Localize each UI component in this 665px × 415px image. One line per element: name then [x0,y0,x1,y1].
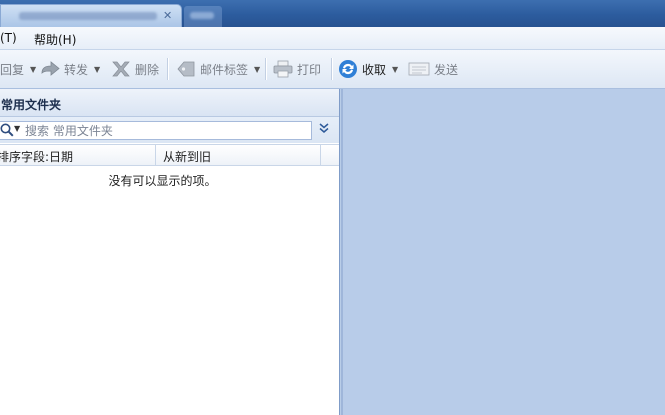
send-button[interactable]: 发送 [408,50,458,88]
folder-pane: 常用文件夹 ▼ 排序字段:日期 从新到旧 没有可以显示的项。 [0,89,340,415]
search-box[interactable]: ▼ [0,121,312,140]
forward-label: 转发 [64,62,89,77]
column-divider[interactable] [155,145,156,165]
list-column-header: 排序字段:日期 从新到旧 [0,144,339,166]
search-icon[interactable] [0,123,14,140]
forward-button[interactable]: 转发 ▼ [40,50,100,88]
print-label: 打印 [297,62,322,77]
toolbar-separator [167,58,168,80]
chevron-down-icon[interactable]: ▼ [30,65,36,74]
delete-label: 删除 [135,62,160,77]
search-scope-chevron-icon[interactable]: ▼ [14,124,20,133]
folder-pane-header: 常用文件夹 [0,89,339,117]
menu-help[interactable]: 帮助(H) [34,31,76,48]
toolbar-separator [331,58,332,80]
receive-button[interactable]: 收取 ▼ [338,50,398,88]
send-label: 发送 [434,62,459,77]
reply-label: 回复 [0,62,25,77]
print-button[interactable]: 打印 [273,50,321,88]
mail-tag-button[interactable]: 邮件标签 ▼ [176,50,260,88]
refresh-icon [338,59,358,79]
chevron-down-icon[interactable]: ▼ [94,65,100,74]
browser-tab-inactive[interactable] [184,6,222,27]
tag-icon [176,60,196,78]
reading-pane [341,89,665,415]
forward-arrow-icon [40,61,60,77]
receive-label: 收取 [362,62,387,77]
mail-tag-label: 邮件标签 [200,62,249,77]
menu-bar: (T) 帮助(H) [0,27,665,50]
double-chevron-down-icon[interactable] [316,122,332,138]
toolbar-separator [265,58,266,80]
tab-title-blurred [190,12,214,19]
sort-order-column[interactable]: 从新到旧 [163,148,211,165]
printer-icon [273,60,293,78]
column-divider[interactable] [320,145,321,165]
browser-tab-active[interactable]: ✕ [0,4,182,28]
tab-title-blurred [19,12,157,20]
chevron-down-icon[interactable]: ▼ [392,65,398,74]
menu-tools[interactable]: (T) [0,31,17,45]
reply-button[interactable]: 回复 ▼ [0,50,36,88]
toolbar: 回复 ▼ 转发 ▼ 删除 邮件标签 ▼ 打印 收取 ▼ 发送 [0,50,665,89]
empty-list-message: 没有可以显示的项。 [108,174,217,188]
chevron-down-icon[interactable]: ▼ [254,65,260,74]
send-icon [408,61,430,77]
tab-close-icon[interactable]: ✕ [163,9,172,22]
window-titlebar: ✕ [0,0,665,28]
delete-button[interactable]: 删除 [111,50,159,88]
search-bar: ▼ [0,117,339,143]
search-input[interactable] [25,122,305,139]
folder-pane-title: 常用文件夹 [1,98,62,112]
sort-field-column[interactable]: 排序字段:日期 [0,148,73,165]
delete-x-icon [111,60,131,78]
